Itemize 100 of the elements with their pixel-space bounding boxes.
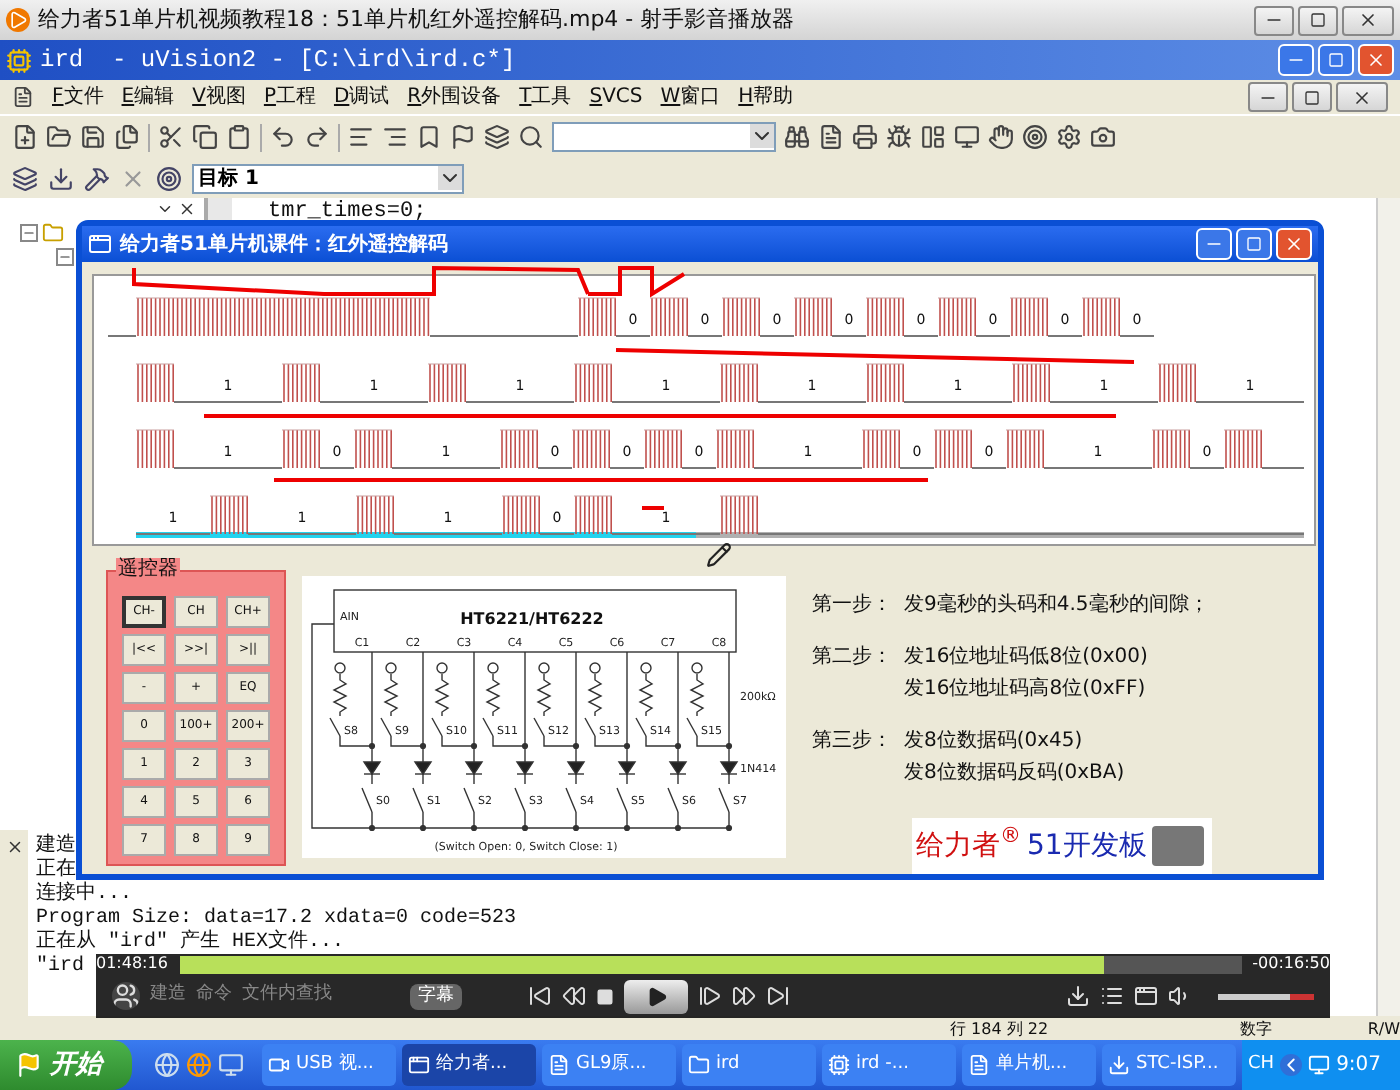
- maximize-button[interactable]: [1298, 5, 1338, 35]
- close-button[interactable]: [1342, 5, 1394, 35]
- taskbar-button[interactable]: USB 视...: [262, 1044, 396, 1086]
- folder-icon[interactable]: [46, 124, 72, 150]
- target-icon[interactable]: [156, 165, 182, 191]
- target-combo[interactable]: 目标 1: [192, 163, 464, 193]
- skip-forward-icon[interactable]: [766, 984, 790, 1008]
- menu-item[interactable]: T工具: [519, 82, 572, 112]
- browser-icon[interactable]: [186, 1052, 212, 1078]
- dropdown-icon[interactable]: [156, 200, 174, 218]
- collapse-icon[interactable]: [56, 248, 74, 266]
- step-label: 第一步：: [812, 591, 894, 620]
- menu-item[interactable]: W窗口: [660, 82, 721, 112]
- collapse-icon[interactable]: [20, 224, 38, 242]
- volume-slider[interactable]: [1218, 993, 1314, 999]
- caret-icon: [750, 124, 774, 148]
- rewind-icon[interactable]: [562, 984, 586, 1008]
- close-icon: [1284, 234, 1304, 254]
- files-icon[interactable]: [114, 124, 140, 150]
- flag-icon[interactable]: [450, 124, 476, 150]
- chevron-icon[interactable]: [1280, 1054, 1303, 1076]
- subtitle-button[interactable]: 字幕: [410, 983, 462, 1009]
- tray-icon[interactable]: [1308, 1054, 1331, 1076]
- hand-icon[interactable]: [988, 124, 1014, 150]
- output-tab[interactable]: 建造: [150, 982, 186, 1010]
- play-button[interactable]: [624, 979, 688, 1013]
- status-access: R/W: [1367, 1020, 1400, 1040]
- step-forward-icon[interactable]: [698, 984, 722, 1008]
- browser-icon[interactable]: [154, 1052, 180, 1078]
- copy-icon[interactable]: [192, 124, 218, 150]
- menu-item[interactable]: R外围设备: [407, 82, 502, 112]
- window-icon[interactable]: [1134, 984, 1158, 1008]
- volume-icon[interactable]: [1168, 984, 1192, 1008]
- menu-item[interactable]: V视图: [192, 82, 246, 112]
- close-icon[interactable]: [178, 200, 196, 218]
- folder-icon: [42, 222, 64, 244]
- printer-icon[interactable]: [852, 124, 878, 150]
- new-file-icon[interactable]: [12, 124, 38, 150]
- hammer-icon[interactable]: [84, 165, 110, 191]
- step-text: 发8位数据码(0x45): [904, 728, 1085, 756]
- menu-item[interactable]: H帮助: [738, 82, 794, 112]
- close-icon[interactable]: [5, 838, 23, 856]
- output-line: 正在: [36, 860, 76, 882]
- maximize-button[interactable]: [1292, 82, 1332, 112]
- taskbar-button[interactable]: ird: [682, 1044, 816, 1086]
- bug-icon[interactable]: [886, 124, 912, 150]
- folder-icon: [688, 1054, 710, 1076]
- taskbar-button[interactable]: ird -...: [822, 1044, 956, 1086]
- window-icon: [408, 1054, 430, 1076]
- panel-icon[interactable]: [920, 124, 946, 150]
- document-icon: [968, 1054, 990, 1076]
- settings-icon[interactable]: [1056, 124, 1082, 150]
- save-icon[interactable]: [80, 124, 106, 150]
- cut-icon[interactable]: [158, 124, 184, 150]
- taskbar-button[interactable]: STC-ISP...: [1102, 1044, 1236, 1086]
- download-icon: [1108, 1054, 1130, 1076]
- download-icon[interactable]: [48, 165, 74, 191]
- menu-item[interactable]: F文件: [52, 82, 104, 112]
- remaining-time: -00:16:50: [1250, 954, 1330, 974]
- fast-forward-icon[interactable]: [732, 984, 756, 1008]
- menu-item[interactable]: D调试: [333, 82, 390, 112]
- document-icon[interactable]: [818, 124, 844, 150]
- monitor-icon[interactable]: [218, 1052, 244, 1078]
- target-icon[interactable]: [1022, 124, 1048, 150]
- status-mode: 数字: [1240, 1020, 1275, 1040]
- bookmark-icon[interactable]: [416, 124, 442, 150]
- minimize-button[interactable]: [1248, 82, 1288, 112]
- taskbar-button[interactable]: 给力者...: [402, 1044, 536, 1086]
- download-icon[interactable]: [1066, 984, 1090, 1008]
- pencil-icon: [706, 542, 732, 568]
- taskbar-button[interactable]: GL9原...: [542, 1044, 676, 1086]
- step-text: 发16位地址码低8位(0x00): [904, 643, 1148, 672]
- step-label: 第三步：: [812, 727, 894, 756]
- photo-placeholder: [1152, 826, 1205, 866]
- menu-item[interactable]: SVCS: [589, 82, 643, 112]
- monitor-icon[interactable]: [954, 124, 980, 150]
- stop-icon[interactable]: [596, 987, 614, 1005]
- output-line: 连接中...: [36, 884, 133, 908]
- menu-item[interactable]: E编辑: [121, 82, 175, 112]
- taskbar-button[interactable]: 单片机...: [962, 1044, 1096, 1086]
- step-text: 发16位地址码高8位(0xFF): [904, 675, 1148, 704]
- avatar-icon[interactable]: [112, 982, 140, 1010]
- menu-item[interactable]: P工程: [263, 82, 316, 112]
- binoculars-icon[interactable]: [784, 124, 810, 150]
- output-tab[interactable]: 命令: [196, 982, 232, 1010]
- search-icon[interactable]: [518, 124, 544, 150]
- close-icon: [1358, 10, 1378, 30]
- close-button[interactable]: [1336, 82, 1388, 112]
- output-line: Program Size: data=17.2 xdata=0 code=523: [36, 908, 517, 930]
- camera-icon[interactable]: [1090, 124, 1116, 150]
- output-tab[interactable]: 文件内查找: [242, 982, 332, 1010]
- document-icon: [548, 1054, 570, 1076]
- layers-icon[interactable]: [12, 165, 38, 191]
- minimize-button[interactable]: [1254, 5, 1294, 35]
- layers-icon[interactable]: [484, 124, 510, 150]
- annotation-stroke: [642, 506, 664, 510]
- redo-icon[interactable]: [304, 124, 330, 150]
- undo-icon[interactable]: [270, 124, 296, 150]
- skip-back-icon[interactable]: [528, 984, 552, 1008]
- clipboard-icon[interactable]: [226, 124, 252, 150]
